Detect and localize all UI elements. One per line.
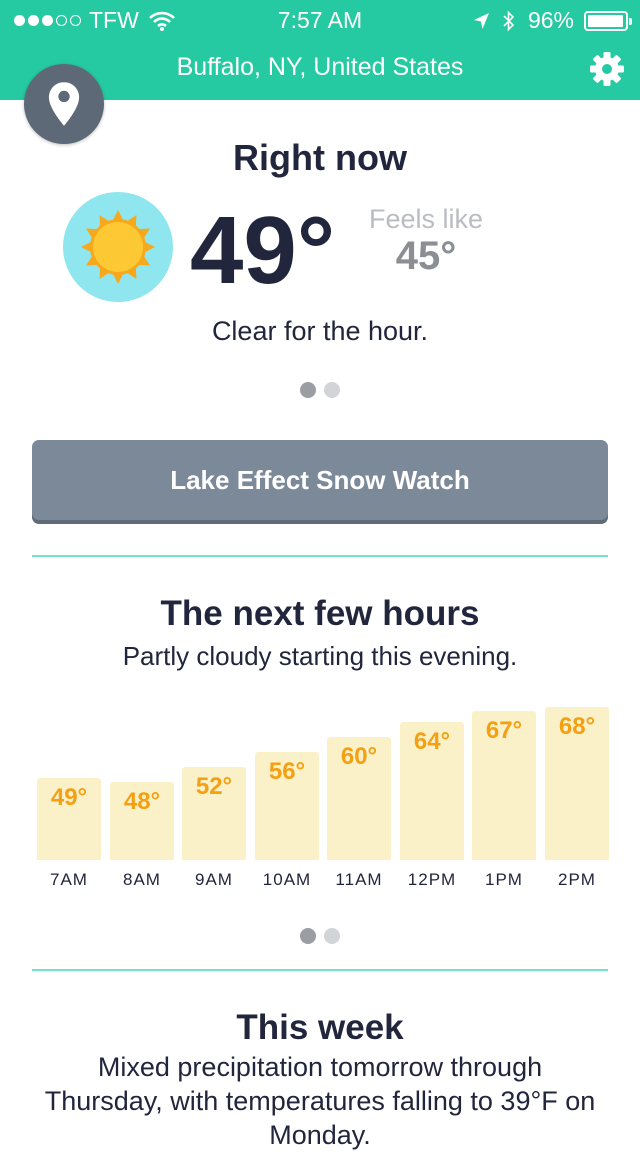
section-divider (32, 969, 608, 971)
weather-icon-badge (63, 192, 173, 302)
hour-axis-label: 11AM (335, 870, 383, 889)
hour-temp-label: 64° (413, 728, 451, 755)
hour-axis-label: 1PM (485, 870, 523, 889)
pager-dot[interactable] (300, 382, 316, 398)
hour-axis-label: 9AM (195, 870, 233, 889)
hourly-temperature-chart: 49° 7AM 48° 8AM 52° 9AM 56° 10AM 60° 11AM 64° 12PM 6… (30, 690, 612, 900)
current-temperature: 49° (190, 197, 336, 304)
location-title: Buffalo, NY, United States (176, 53, 464, 81)
hour-temp-label: 49° (50, 784, 88, 811)
next-hours-summary: Partly cloudy starting this evening. (122, 641, 518, 671)
current-summary: Clear for the hour. (211, 316, 429, 346)
pager-dot[interactable] (324, 382, 340, 398)
feels-like-value: 45° (395, 234, 457, 278)
hours-pager[interactable] (0, 928, 640, 944)
hour-temp-label: 48° (123, 788, 161, 815)
hour-axis-label: 10AM (262, 870, 312, 889)
hour-temp-label: 68° (558, 713, 596, 740)
next-hours-heading: The next few hours (160, 594, 480, 633)
location-button[interactable] (24, 64, 104, 144)
gear-icon (590, 52, 624, 86)
right-now-heading: Right now (233, 137, 407, 178)
this-week-summary: Mixed precipitation tomorrow through Thu… (44, 1052, 596, 1150)
hour-temp-label: 52° (195, 773, 233, 800)
right-now-pager[interactable] (0, 382, 640, 398)
hour-axis-label: 2PM (558, 870, 596, 889)
battery-icon (584, 10, 632, 31)
hour-temp-label: 67° (485, 717, 523, 744)
settings-button[interactable] (588, 50, 626, 88)
hour-temp-label: 56° (268, 758, 306, 785)
this-week-heading: This week (236, 1008, 404, 1047)
battery-percent: 96% (527, 7, 574, 33)
hour-axis-label: 12PM (407, 870, 457, 889)
hour-axis-label: 8AM (123, 870, 161, 889)
status-right: 96% (472, 7, 632, 34)
pager-dot[interactable] (324, 928, 340, 944)
battery-fill (588, 14, 623, 27)
map-pin-icon (48, 82, 80, 126)
bluetooth-icon (503, 10, 515, 31)
section-divider (32, 555, 608, 557)
feels-like-label: Feels like (368, 204, 484, 234)
status-bar: TFW 7:57 AM 96% (0, 0, 640, 40)
sun-icon (81, 210, 155, 284)
hour-temp-label: 60° (340, 743, 378, 770)
location-arrow-icon (473, 12, 489, 29)
weather-alert-button[interactable]: Lake Effect Snow Watch (32, 440, 608, 520)
hour-axis-label: 7AM (50, 870, 88, 889)
pager-dot[interactable] (300, 928, 316, 944)
